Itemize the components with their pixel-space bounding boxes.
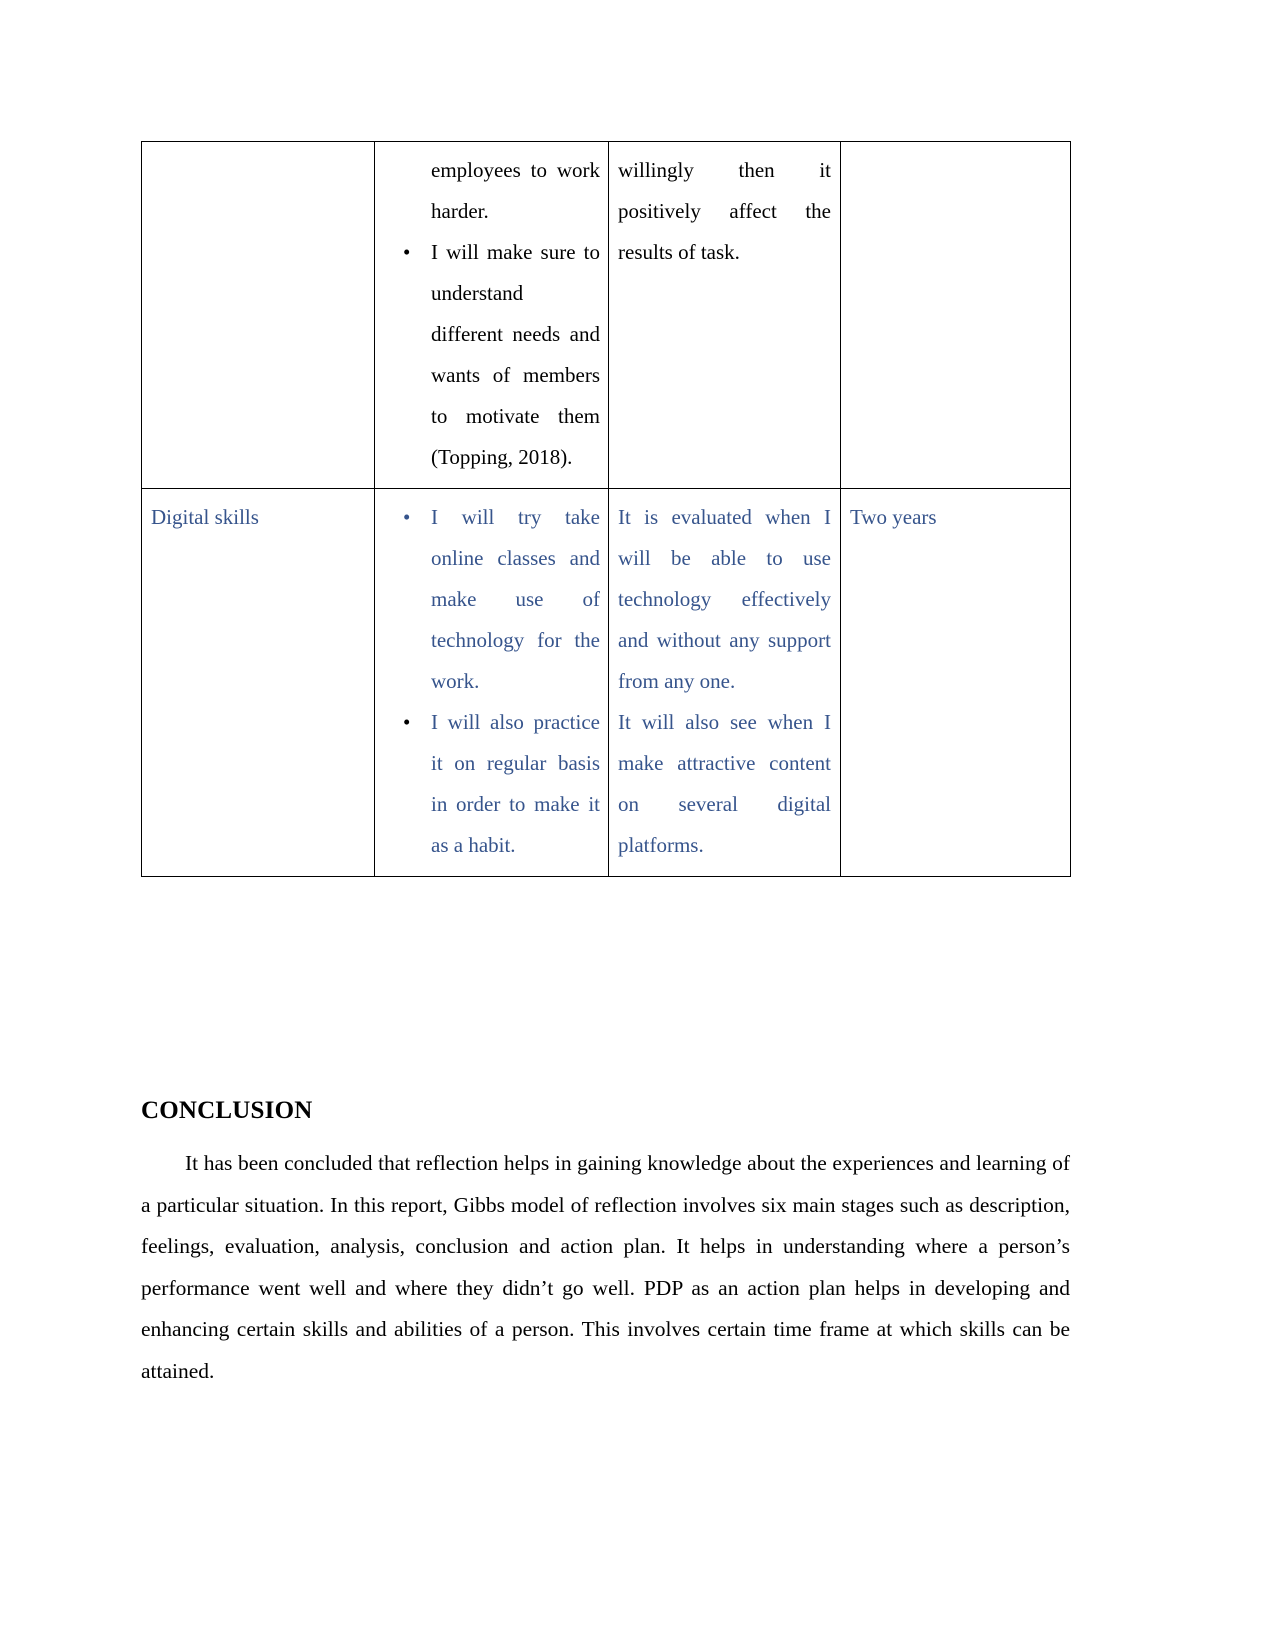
timeframe-text: Two years: [850, 505, 937, 529]
cell-evaluation-continued: willingly then it positively affect the …: [608, 141, 841, 489]
evaluation-text: willingly then it positively affect the …: [618, 158, 831, 264]
cell-action-continued: employees to work harder. • I will make …: [374, 141, 609, 489]
cell-evaluation-digital: It is evaluated when I will be able to u…: [608, 488, 841, 877]
cell-skill-digital: Digital skills: [141, 488, 375, 877]
list-item-label: I will also practice it on regular basis…: [431, 710, 600, 857]
list-item: • I will also practice it on regular bas…: [385, 702, 600, 866]
cell-skill-continued: [141, 141, 375, 489]
conclusion-paragraph: It has been concluded that reflection he…: [141, 1151, 1070, 1383]
action-continuation-text: employees to work harder.: [431, 158, 600, 223]
skill-name-digital: Digital skills: [151, 505, 259, 529]
bullet-icon: •: [403, 710, 411, 734]
table-row: Digital skills • I will try take online …: [141, 488, 1071, 877]
bullet-icon: •: [403, 505, 411, 529]
list-item: • I will make sure to understand differe…: [385, 232, 600, 478]
table-row: employees to work harder. • I will make …: [141, 141, 1071, 489]
list-item-label: I will make sure to understand different…: [431, 240, 600, 469]
action-bullet-list-digital: • I will try take online classes and mak…: [385, 497, 600, 866]
evaluation-paragraph-2: It will also see when I make attractive …: [618, 710, 831, 857]
list-item: • I will try take online classes and mak…: [385, 497, 600, 702]
document-page: employees to work harder. • I will make …: [0, 0, 1275, 1650]
action-bullet-list: • I will make sure to understand differe…: [385, 232, 600, 478]
evaluation-paragraph-1: It is evaluated when I will be able to u…: [618, 505, 831, 693]
conclusion-heading: CONCLUSION: [141, 1097, 313, 1124]
cell-time-digital: Two years: [840, 488, 1071, 877]
bullet-icon: •: [403, 240, 411, 264]
list-item-label: I will try take online classes and make …: [431, 505, 600, 693]
cell-action-digital: • I will try take online classes and mak…: [374, 488, 609, 877]
cell-time-continued: [840, 141, 1071, 489]
pdp-action-plan-table: employees to work harder. • I will make …: [141, 141, 1071, 877]
